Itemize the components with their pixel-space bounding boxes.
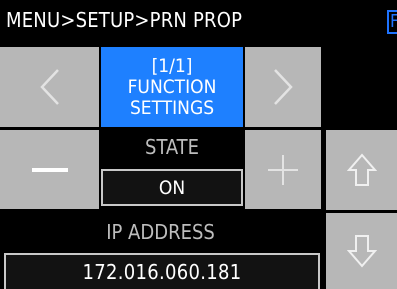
function-label-line2: SETTINGS [129,96,215,119]
state-label: STATE [145,135,199,159]
chevron-right-icon [274,69,293,105]
increment-button[interactable] [245,130,321,209]
scroll-up-button[interactable] [326,130,397,210]
breadcrumb-title: MENU>SETUP>PRN PROP [6,8,243,32]
decrement-button[interactable] [0,130,99,209]
prev-page-button[interactable] [0,47,99,127]
scroll-down-button[interactable] [326,213,397,289]
function-label-line1: FUNCTION [127,75,217,98]
ip-address-label: IP ADDRESS [106,220,215,244]
state-value-field[interactable]: ON [101,169,243,206]
corner-tab[interactable]: F [387,10,397,34]
function-settings-panel: [1/1] FUNCTION SETTINGS [101,47,243,127]
ip-address-field[interactable]: 172.016.060.181 [4,253,320,289]
arrow-down-outline-icon [346,235,377,268]
title-bar: MENU>SETUP>PRN PROP [0,0,397,46]
arrow-up-outline-icon [346,153,377,186]
minus-icon [32,168,68,172]
page-indicator: [1/1] [151,54,193,77]
chevron-left-icon [39,69,59,105]
next-page-button[interactable] [245,47,321,127]
plus-icon [268,154,298,185]
